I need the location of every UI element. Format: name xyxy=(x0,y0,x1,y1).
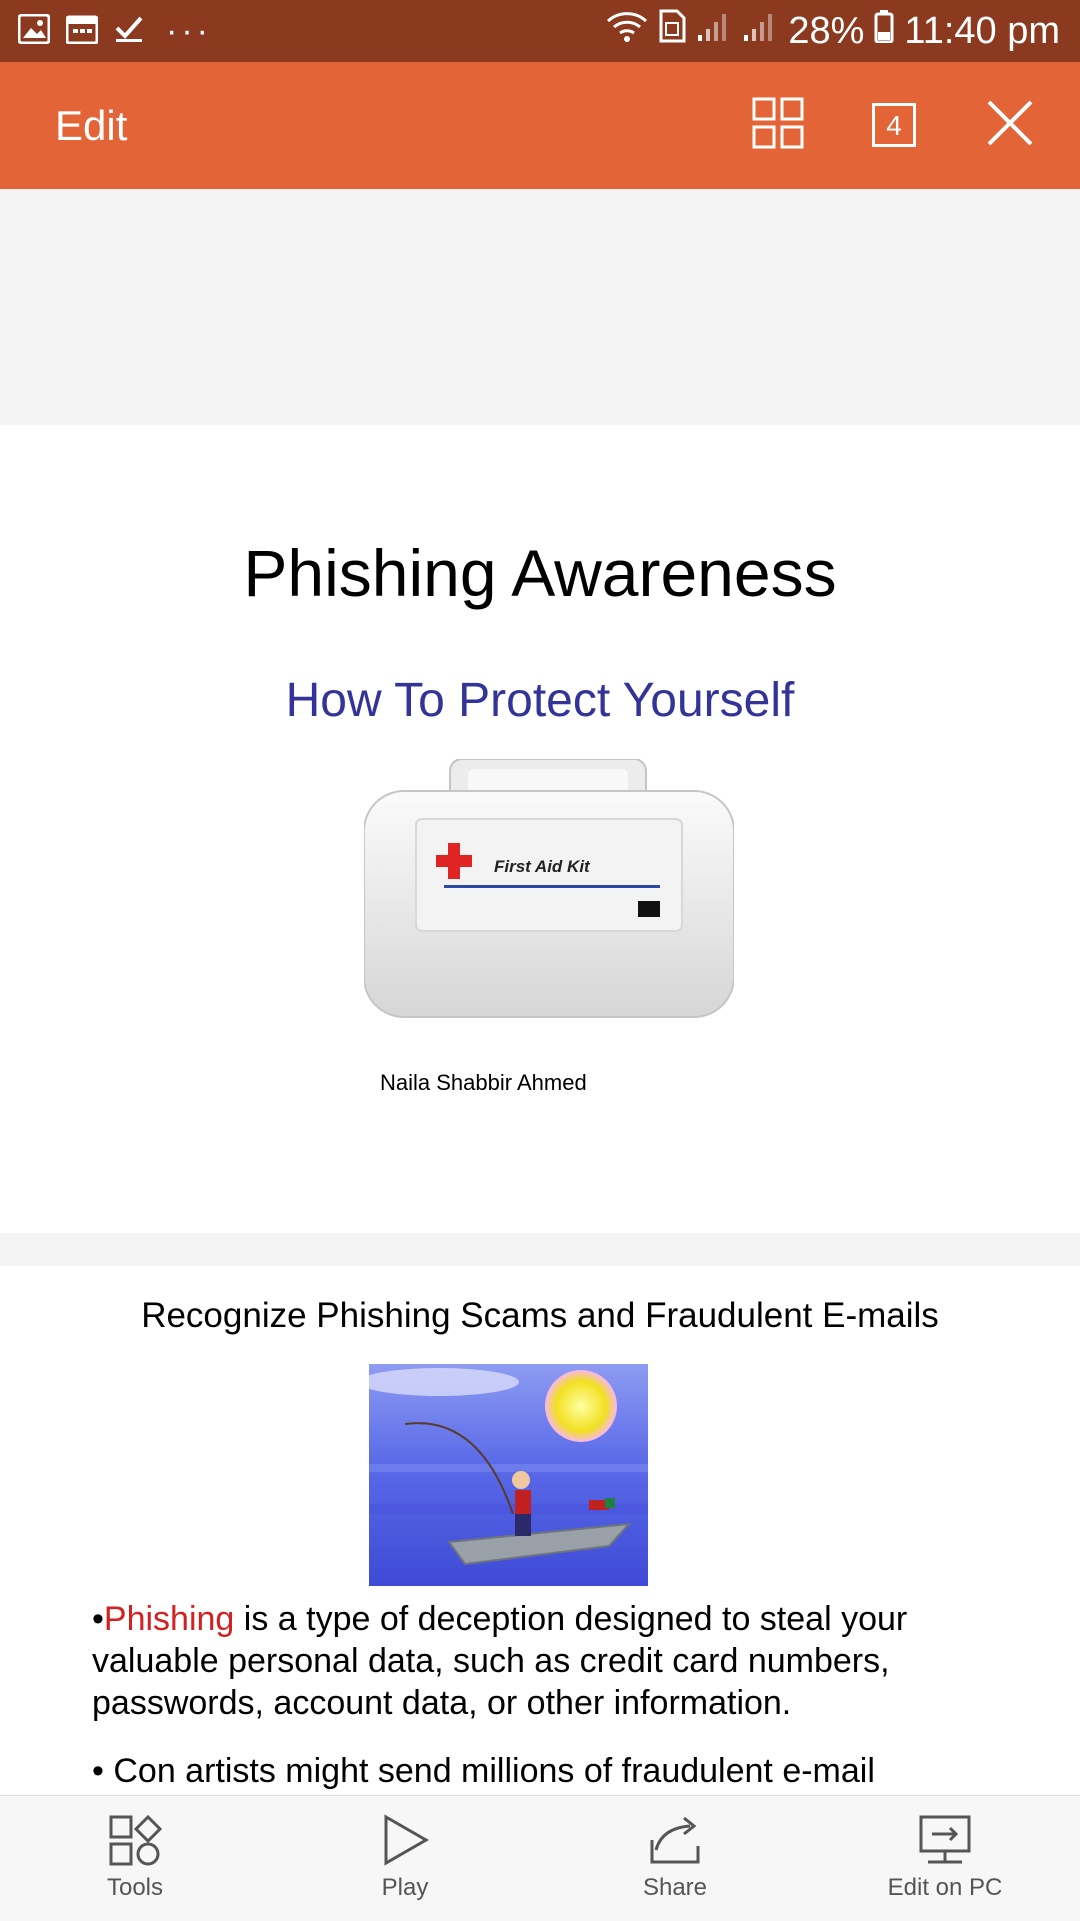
share-label: Share xyxy=(642,1874,708,1901)
edit-button[interactable]: Edit xyxy=(55,62,127,189)
share-button[interactable]: Share xyxy=(575,1796,775,1921)
kit-label: First Aid Kit xyxy=(494,857,590,876)
slide-title: Phishing Awareness xyxy=(243,536,837,610)
tools-icon xyxy=(35,1814,235,1866)
play-icon xyxy=(305,1814,505,1866)
keyword-phishing: Phishing xyxy=(103,1600,235,1638)
signal-icon xyxy=(696,10,732,53)
slide-count-button[interactable]: 4 xyxy=(864,95,924,155)
bullet-1: •Phishing is a type of deception designe… xyxy=(92,1598,1012,1724)
slide-count: 4 xyxy=(872,103,916,147)
slide-2[interactable]: Recognize Phishing Scams and Fraudulent … xyxy=(0,1266,1080,1795)
signal-icon-2 xyxy=(742,10,778,53)
kit-logo xyxy=(638,901,660,917)
share-icon xyxy=(575,1814,775,1866)
battery-percent: 28% xyxy=(788,9,865,52)
monitor-icon xyxy=(845,1814,1045,1866)
bottom-toolbar: Tools Play Share Edit on PC xyxy=(0,1795,1080,1921)
slide-grid-button[interactable] xyxy=(748,95,808,155)
tools-label: Tools xyxy=(106,1874,164,1901)
slide-body: •Phishing is a type of deception designe… xyxy=(92,1598,1012,1795)
gallery-icon xyxy=(17,13,51,49)
play-label: Play xyxy=(381,1874,429,1901)
more-notifications-icon: ··· xyxy=(166,11,212,50)
app-bar: Edit 4 xyxy=(0,62,1080,189)
clock: 11:40 pm xyxy=(904,9,1060,52)
task-check-icon xyxy=(114,14,144,49)
slide-1[interactable]: Phishing Awareness How To Protect Yourse… xyxy=(0,425,1080,1233)
sim-card-icon xyxy=(658,9,686,53)
bullet-2: • Con artists might send millions of fra… xyxy=(92,1752,875,1790)
close-icon xyxy=(985,98,1035,153)
play-button[interactable]: Play xyxy=(305,1796,505,1921)
author-name: Naila Shabbir Ahmed xyxy=(380,1070,587,1095)
slide-title: Recognize Phishing Scams and Fraudulent … xyxy=(141,1296,939,1335)
fishing-boat-image xyxy=(359,1364,648,1586)
slide-subtitle: How To Protect Yourself xyxy=(285,674,795,727)
calendar-icon xyxy=(65,14,99,49)
edit-on-pc-label: Edit on PC xyxy=(887,1874,1003,1901)
tools-button[interactable]: Tools xyxy=(35,1796,235,1921)
slides-view[interactable]: Phishing Awareness How To Protect Yourse… xyxy=(0,189,1080,1795)
wifi-icon xyxy=(606,9,648,53)
bullet-marker: • xyxy=(92,1600,104,1638)
edit-on-pc-button[interactable]: Edit on PC xyxy=(845,1796,1045,1921)
kit-stripe xyxy=(444,885,660,888)
grid-icon xyxy=(752,97,804,154)
status-bar: ··· 28% 11:40 pm xyxy=(0,0,1080,62)
close-button[interactable] xyxy=(980,95,1040,155)
first-aid-kit-image: First Aid Kit xyxy=(363,758,735,1021)
battery-icon xyxy=(874,9,894,53)
